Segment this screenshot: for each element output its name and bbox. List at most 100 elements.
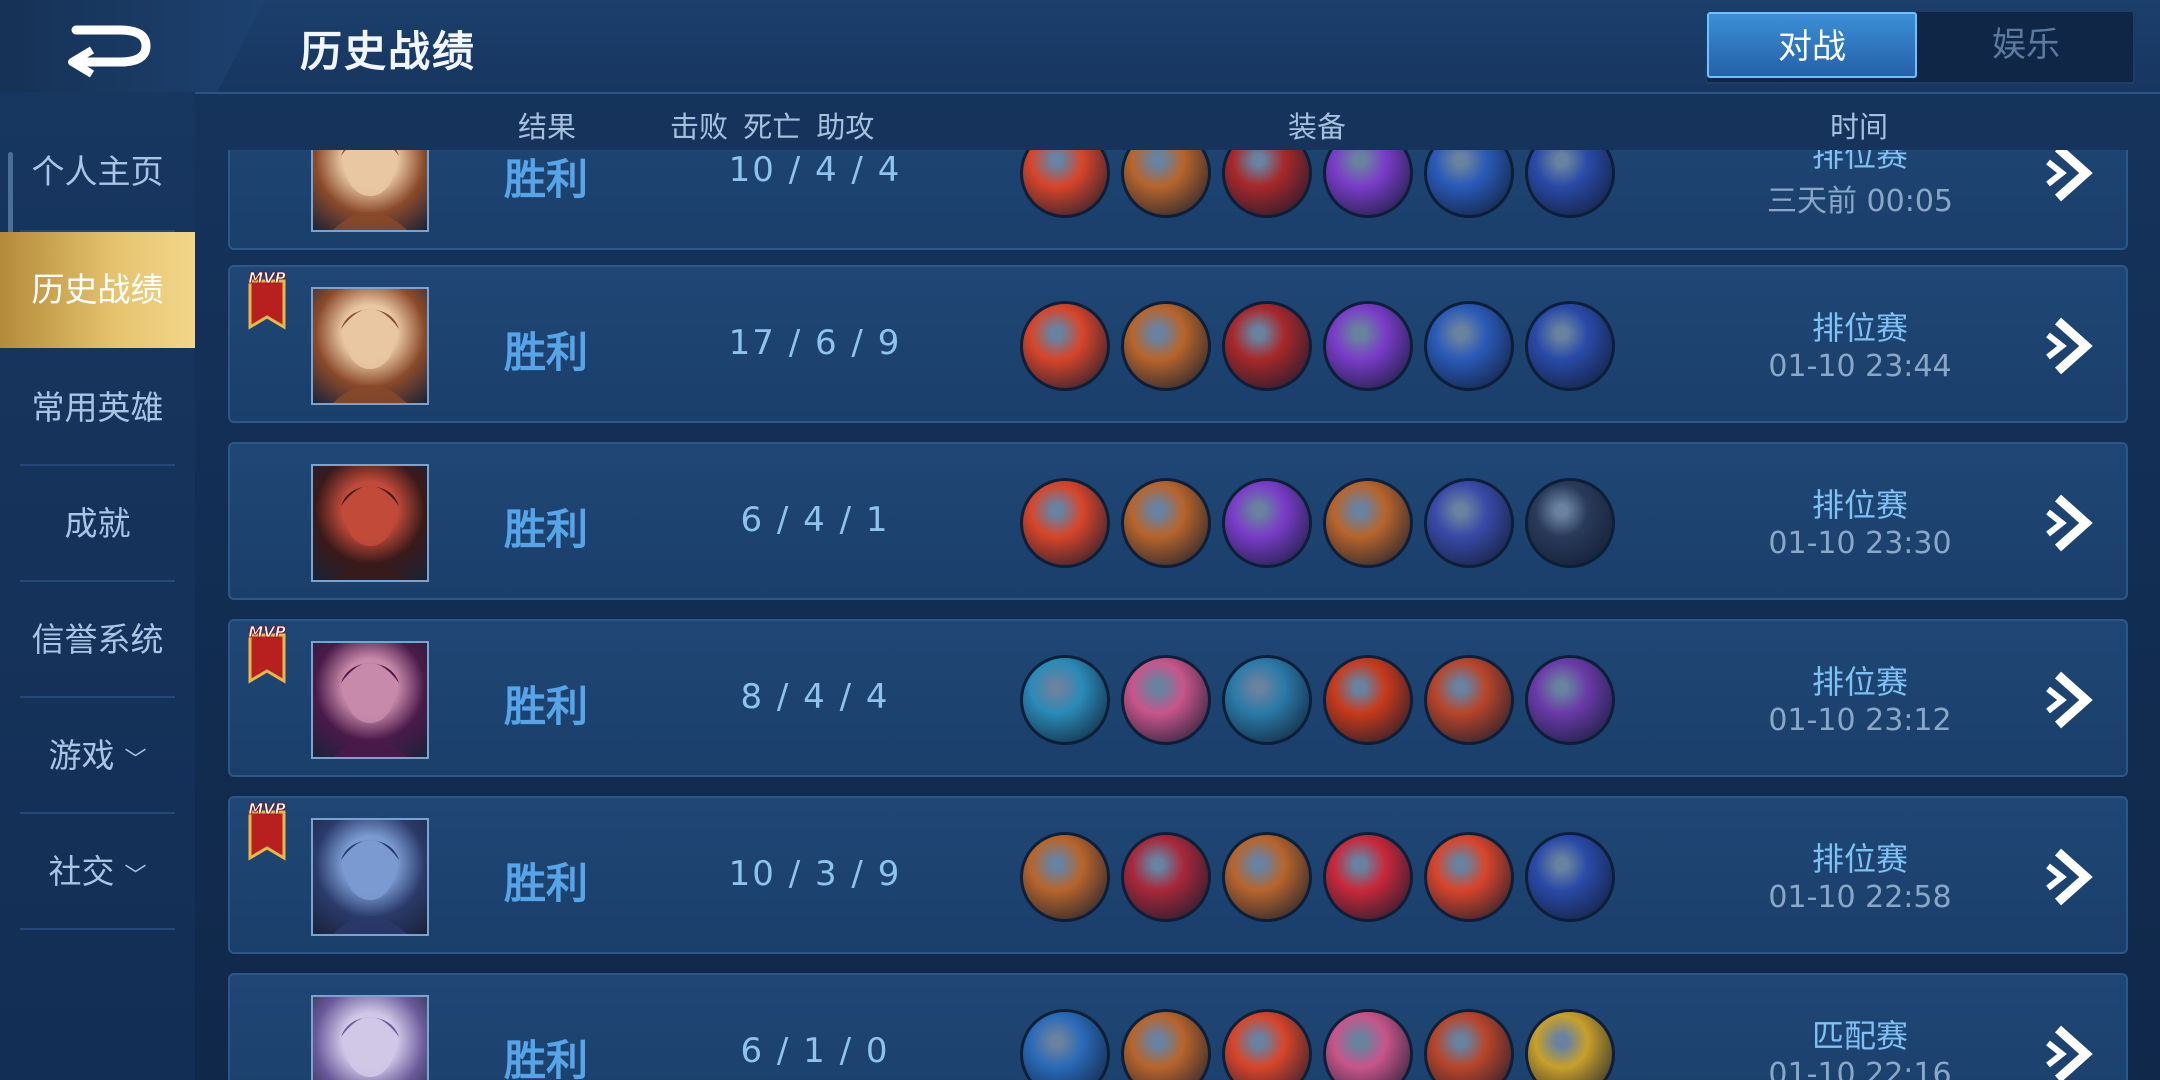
match-detail-arrow-icon[interactable]	[2036, 1019, 2106, 1080]
hero-portrait-icon	[333, 840, 407, 934]
equipment-item-icon[interactable]	[1424, 1009, 1514, 1080]
equipment-item-icon[interactable]	[1222, 1009, 1312, 1080]
sidebar-item-profile[interactable]: 个人主页	[0, 114, 195, 230]
hero-portrait-icon	[341, 1017, 399, 1077]
equipment-item-icon[interactable]	[1020, 832, 1110, 922]
equipment-item-icon[interactable]	[1424, 832, 1514, 922]
equipment-item-icon[interactable]	[1222, 655, 1312, 745]
equipment-item-icon[interactable]	[1222, 478, 1312, 568]
equipment-item-icon[interactable]	[1020, 301, 1110, 391]
match-result: 胜利	[504, 1036, 589, 1080]
match-detail-arrow-icon[interactable]	[2036, 311, 2106, 381]
match-kda: 6 / 4 / 1	[740, 500, 890, 540]
match-time: 01-10 23:44	[1768, 349, 1952, 384]
match-list[interactable]: 胜利 10 / 4 / 4 排位赛 三天前 00:05 MVP 胜利 17 / 6 / …	[0, 150, 2160, 1080]
equipment-item-icon[interactable]	[1323, 478, 1413, 568]
equipment-item-icon[interactable]	[1323, 655, 1413, 745]
svg-text:MVP: MVP	[248, 269, 286, 287]
sidebar-item-achievements[interactable]: 成就	[0, 466, 195, 582]
match-kda: 10 / 3 / 9	[728, 854, 902, 894]
match-result: 胜利	[504, 682, 589, 731]
mvp-badge-icon: MVP	[248, 269, 286, 330]
match-row[interactable]: 胜利 6 / 1 / 0 匹配赛 01-10 22:16	[228, 973, 2128, 1080]
equipment-item-icon[interactable]	[1525, 301, 1615, 391]
hero-portrait-icon	[333, 663, 407, 757]
equipment-item-icon[interactable]	[1424, 301, 1514, 391]
sidebar-item-credit[interactable]: 信誉系统	[0, 582, 195, 698]
match-time: 01-10 22:58	[1768, 880, 1952, 915]
svg-text:MVP: MVP	[248, 800, 286, 818]
match-kda: 8 / 4 / 4	[740, 677, 890, 717]
hero-portrait-icon	[333, 150, 407, 230]
sidebar-item-heroes[interactable]: 常用英雄	[0, 350, 195, 466]
match-mode: 排位赛	[1811, 150, 1908, 174]
equipment-item-icon[interactable]	[1424, 655, 1514, 745]
equipment-item-icon[interactable]	[1323, 832, 1413, 922]
hero-portrait-icon	[333, 486, 407, 580]
equipment-item-icon[interactable]	[1121, 301, 1211, 391]
equipment-item-icon[interactable]	[1525, 478, 1615, 568]
hero-avatar	[311, 464, 429, 582]
page-title: 历史战绩	[300, 27, 477, 76]
hero-avatar	[311, 150, 429, 232]
equipment-item-icon[interactable]	[1525, 655, 1615, 745]
match-time: 01-10 23:30	[1768, 526, 1952, 561]
equipment-item-icon[interactable]	[1525, 1009, 1615, 1080]
match-row[interactable]: MVP 胜利 17 / 6 / 9 排位赛 01-10 23:44	[228, 265, 2128, 423]
sidebar-item-history[interactable]: 历史战绩	[0, 232, 195, 348]
equipment-item-icon[interactable]	[1121, 832, 1211, 922]
sidebar-item-social[interactable]: 社交 ﹀	[0, 814, 195, 930]
sidebar-item-game[interactable]: 游戏 ﹀	[0, 698, 195, 814]
equipment-item-icon[interactable]	[1020, 655, 1110, 745]
equipment-item-icon[interactable]	[1424, 478, 1514, 568]
equipment-item-icon[interactable]	[1525, 150, 1615, 218]
match-mode: 排位赛	[1811, 309, 1908, 347]
match-result: 胜利	[504, 505, 589, 554]
tab-entertainment[interactable]: 娱乐	[1921, 12, 2131, 78]
match-kda: 6 / 1 / 0	[740, 1031, 890, 1071]
match-mode: 匹配赛	[1811, 1017, 1908, 1055]
divider	[20, 928, 175, 930]
equipment-item-icon[interactable]	[1424, 150, 1514, 218]
equipment-item-icon[interactable]	[1121, 655, 1211, 745]
match-result: 胜利	[504, 155, 589, 204]
column-header-kda: 击败 死亡 助攻	[670, 110, 875, 144]
chevron-down-icon: ﹀	[124, 748, 147, 773]
sidebar: 个人主页 历史战绩 常用英雄 成就 信誉系统 游戏 ﹀ 社交 ﹀	[0, 92, 195, 1080]
equipment-item-icon[interactable]	[1323, 150, 1413, 218]
column-header-equipment: 装备	[1288, 110, 1347, 144]
equipment-item-icon[interactable]	[1222, 301, 1312, 391]
hero-avatar	[311, 287, 429, 405]
match-detail-arrow-icon[interactable]	[2036, 488, 2106, 558]
equipment-item-icon[interactable]	[1121, 478, 1211, 568]
match-row[interactable]: MVP 胜利 8 / 4 / 4 排位赛 01-10 23:12	[228, 619, 2128, 777]
match-row[interactable]: 胜利 6 / 4 / 1 排位赛 01-10 23:30	[228, 442, 2128, 600]
chevron-down-icon: ﹀	[124, 864, 147, 889]
column-header-result: 结果	[518, 110, 577, 144]
equipment-item-icon[interactable]	[1121, 150, 1211, 218]
equipment-item-icon[interactable]	[1020, 478, 1110, 568]
match-detail-arrow-icon[interactable]	[2036, 665, 2106, 735]
equipment-item-icon[interactable]	[1121, 1009, 1211, 1080]
equipment-item-icon[interactable]	[1020, 150, 1110, 218]
equipment-item-icon[interactable]	[1222, 832, 1312, 922]
match-detail-arrow-icon[interactable]	[2036, 150, 2106, 208]
hero-avatar	[311, 818, 429, 936]
match-result: 胜利	[504, 328, 589, 377]
match-detail-arrow-icon[interactable]	[2036, 842, 2106, 912]
match-row[interactable]: MVP 胜利 10 / 3 / 9 排位赛 01-10 22:58	[228, 796, 2128, 954]
equipment-item-icon[interactable]	[1323, 1009, 1413, 1080]
hero-avatar	[311, 995, 429, 1080]
equipment-item-icon[interactable]	[1323, 301, 1413, 391]
hero-avatar	[311, 641, 429, 759]
equipment-item-icon[interactable]	[1020, 1009, 1110, 1080]
match-time: 01-10 23:12	[1768, 703, 1952, 738]
tab-battle[interactable]: 对战	[1707, 12, 1917, 78]
match-row[interactable]: 胜利 10 / 4 / 4 排位赛 三天前 00:05	[228, 150, 2128, 250]
column-header-time: 时间	[1830, 110, 1889, 144]
mvp-badge-icon: MVP	[248, 623, 286, 684]
equipment-item-icon[interactable]	[1222, 150, 1312, 218]
match-time: 01-10 22:16	[1768, 1057, 1952, 1080]
match-mode: 排位赛	[1811, 486, 1908, 524]
equipment-item-icon[interactable]	[1525, 832, 1615, 922]
